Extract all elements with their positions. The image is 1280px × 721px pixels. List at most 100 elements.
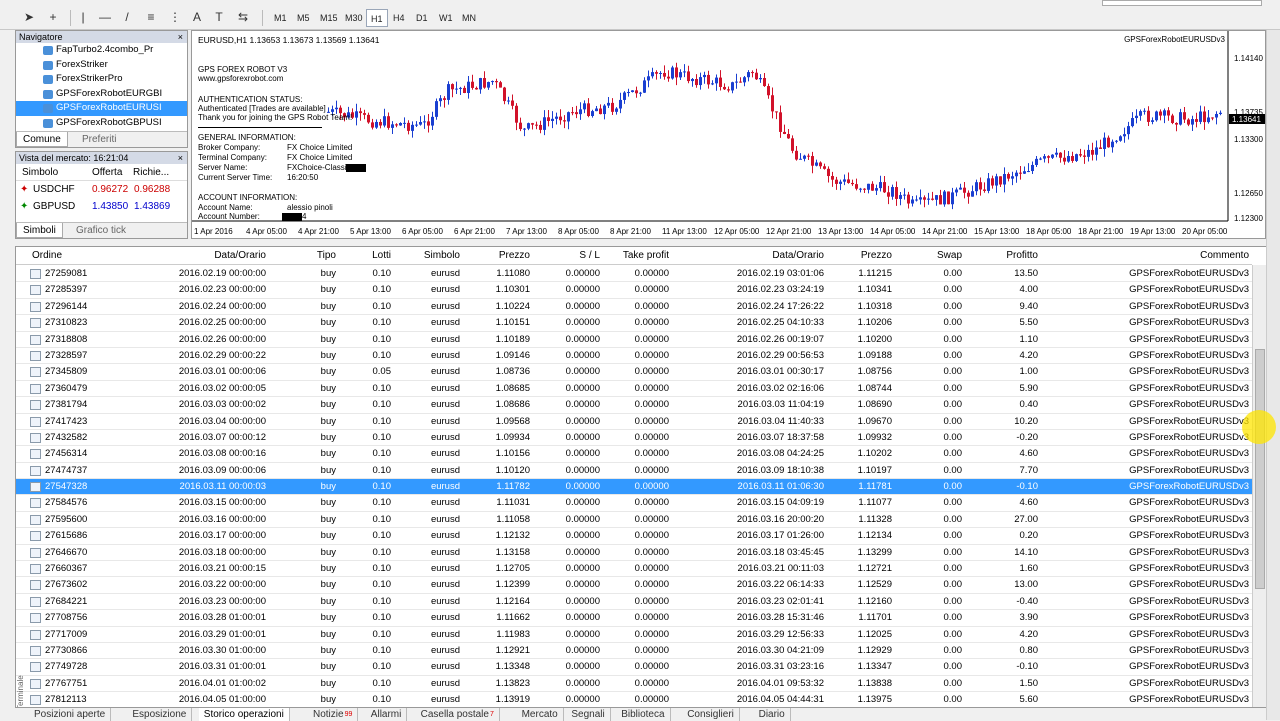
col-header-symbol[interactable]: Simbolo bbox=[424, 247, 460, 265]
fibonacci-icon[interactable]: ⋮ bbox=[166, 8, 184, 26]
tab-diario[interactable]: Diario bbox=[754, 708, 791, 721]
col-symbol[interactable]: Simbolo bbox=[22, 164, 58, 181]
market-watch-row[interactable]: ✦ USDCHF 0.96272 0.96288 bbox=[16, 181, 187, 198]
table-row[interactable]: 27717009 2016.03.29 01:00:01 buy 0.10 eurusd… bbox=[16, 627, 1252, 643]
table-row[interactable]: 27660367 2016.03.21 00:00:15 buy 0.10 eurusd… bbox=[16, 561, 1252, 578]
table-row[interactable]: 27432582 2016.03.07 00:00:12 buy 0.10 eurusd… bbox=[16, 430, 1252, 447]
tab-posizioni-aperte[interactable]: Posizioni aperte bbox=[29, 708, 112, 721]
table-row[interactable]: 27547328 2016.03.11 00:00:03 buy 0.10 eurusd… bbox=[16, 479, 1252, 496]
cursor-icon[interactable]: ➤ bbox=[20, 8, 38, 26]
cell-comment: GPSForexRobotEURUSDv3 bbox=[1129, 431, 1249, 443]
table-row[interactable]: 27708756 2016.03.28 01:00:01 buy 0.10 eurusd… bbox=[16, 610, 1252, 627]
timeframe-m5[interactable]: M5 bbox=[293, 9, 314, 27]
window-scrollbar[interactable] bbox=[1266, 30, 1280, 720]
scrollbar-thumb[interactable] bbox=[1255, 349, 1265, 589]
tab-esposizione[interactable]: Esposizione bbox=[127, 708, 193, 721]
cell-close-price: 1.10200 bbox=[857, 333, 892, 345]
timeframe-m30[interactable]: M30 bbox=[341, 9, 367, 27]
vertical-line-icon[interactable]: | bbox=[74, 8, 92, 26]
table-row[interactable]: 27296144 2016.02.24 00:00:00 buy 0.10 eurusd… bbox=[16, 299, 1252, 316]
table-row[interactable]: 27646670 2016.03.18 00:00:00 buy 0.10 eurusd… bbox=[16, 545, 1252, 562]
trendline-icon[interactable]: / bbox=[118, 8, 136, 26]
horizontal-line-icon[interactable]: — bbox=[96, 8, 114, 26]
table-row[interactable]: 27595600 2016.03.16 00:00:00 buy 0.10 eurusd… bbox=[16, 512, 1252, 529]
col-header-price[interactable]: Prezzo bbox=[499, 247, 530, 265]
table-row[interactable]: 27673602 2016.03.22 00:00:00 buy 0.10 eurusd… bbox=[16, 577, 1252, 594]
col-header-comment[interactable]: Commento bbox=[1200, 247, 1249, 265]
table-row[interactable]: 27749728 2016.03.31 01:00:01 buy 0.10 eurusd… bbox=[16, 659, 1252, 676]
col-header-profit[interactable]: Profitto bbox=[1006, 247, 1038, 265]
close-icon[interactable]: × bbox=[178, 152, 183, 164]
timeframe-mn[interactable]: MN bbox=[458, 9, 480, 27]
tab-label: Biblioteca bbox=[621, 709, 665, 720]
table-row[interactable]: 27345809 2016.03.01 00:00:06 buy 0.05 eurusd… bbox=[16, 364, 1252, 381]
tab-preferiti[interactable]: Preferiti bbox=[76, 132, 122, 147]
col-header-close-price[interactable]: Prezzo bbox=[861, 247, 892, 265]
table-row[interactable]: 27381794 2016.03.03 00:00:02 buy 0.10 eurusd… bbox=[16, 397, 1252, 414]
col-header-lots[interactable]: Lotti bbox=[372, 247, 391, 265]
col-header-type[interactable]: Tipo bbox=[317, 247, 336, 265]
table-row[interactable]: 27360479 2016.03.02 00:00:05 buy 0.10 eurusd… bbox=[16, 381, 1252, 398]
crosshair-icon[interactable]: + bbox=[44, 8, 62, 26]
timeframe-m15[interactable]: M15 bbox=[316, 9, 342, 27]
navigator-item[interactable]: ForexStrikerPro bbox=[16, 72, 187, 87]
search-input[interactable] bbox=[1102, 0, 1262, 6]
tab-notizie[interactable]: Notizie99 bbox=[308, 708, 359, 721]
navigator-item[interactable]: GPSForexRobotEURUSI bbox=[16, 101, 187, 116]
table-row[interactable]: 27318808 2016.02.26 00:00:00 buy 0.10 eurusd… bbox=[16, 332, 1252, 348]
timeframe-h4[interactable]: H4 bbox=[389, 9, 409, 27]
vertical-scrollbar[interactable] bbox=[1252, 265, 1266, 719]
col-ask[interactable]: Richie... bbox=[133, 164, 169, 181]
table-row[interactable]: 27730866 2016.03.30 01:00:00 buy 0.10 eurusd… bbox=[16, 643, 1252, 660]
market-watch-row[interactable]: ✦ GBPUSD 1.43850 1.43869 bbox=[16, 198, 187, 215]
timeframe-h1[interactable]: H1 bbox=[366, 9, 388, 27]
timeframe-m1[interactable]: M1 bbox=[270, 9, 291, 27]
table-row[interactable]: 27474737 2016.03.09 00:00:06 buy 0.10 eurusd… bbox=[16, 463, 1252, 480]
text-icon[interactable]: A bbox=[188, 8, 206, 26]
tab-simboli[interactable]: Simboli bbox=[16, 223, 63, 238]
cell-lots: 0.10 bbox=[372, 612, 392, 624]
timeframe-w1[interactable]: W1 bbox=[435, 9, 457, 27]
shapes-icon[interactable]: ⇆ bbox=[234, 8, 252, 26]
tab-storico-operazioni[interactable]: Storico operazioni bbox=[198, 708, 290, 721]
table-row[interactable]: 27328597 2016.02.29 00:00:22 buy 0.10 eurusd… bbox=[16, 348, 1252, 365]
close-icon[interactable]: × bbox=[178, 31, 183, 43]
tab-allarmi[interactable]: Allarmi bbox=[366, 708, 408, 721]
navigator-item[interactable]: GPSForexRobotEURGBI bbox=[16, 87, 187, 102]
tab-biblioteca[interactable]: Biblioteca bbox=[616, 708, 671, 721]
col-header-swap[interactable]: Swap bbox=[937, 247, 962, 265]
tab-mercato[interactable]: Mercato bbox=[517, 708, 564, 721]
table-row[interactable]: 27310823 2016.02.25 00:00:00 buy 0.10 eurusd… bbox=[16, 315, 1252, 332]
col-header-order[interactable]: Ordine bbox=[32, 247, 62, 265]
candle-body bbox=[539, 124, 542, 130]
price-chart[interactable]: 1.13641 1.14140 1.13735 1.13300 1.12650 1.123… bbox=[191, 30, 1266, 239]
navigator-panel: Navigatore × FapTurbo2.4combo_Pr ForexStri… bbox=[15, 30, 188, 148]
col-header-sl[interactable]: S / L bbox=[579, 247, 600, 265]
navigator-item[interactable]: ForexStriker bbox=[16, 58, 187, 73]
timeframe-d1[interactable]: D1 bbox=[412, 9, 432, 27]
navigator-item[interactable]: GPSForexRobotGBPUSI bbox=[16, 116, 187, 131]
channel-icon[interactable]: ≡ bbox=[142, 8, 160, 26]
table-row[interactable]: 27259081 2016.02.19 00:00:00 buy 0.10 eurusd… bbox=[16, 266, 1252, 283]
col-header-tp[interactable]: Take profit bbox=[623, 247, 669, 265]
cell-close-price: 1.11077 bbox=[858, 497, 892, 509]
tab-segnali[interactable]: Segnali bbox=[566, 708, 611, 721]
cell-lots: 0.10 bbox=[372, 431, 392, 443]
candle-body bbox=[559, 116, 562, 121]
table-row[interactable]: 27684221 2016.03.23 00:00:00 buy 0.10 eurusd… bbox=[16, 594, 1252, 611]
navigator-item[interactable]: FapTurbo2.4combo_Pr bbox=[16, 43, 187, 58]
col-header-close-time[interactable]: Data/Orario bbox=[772, 247, 824, 265]
table-row[interactable]: 27417423 2016.03.04 00:00:00 buy 0.10 eurusd… bbox=[16, 414, 1252, 430]
tab-comune[interactable]: Comune bbox=[16, 132, 68, 147]
table-row[interactable]: 27584576 2016.03.15 00:00:00 buy 0.10 eurusd… bbox=[16, 495, 1252, 512]
label-icon[interactable]: T bbox=[210, 8, 228, 26]
tab-casella-postale[interactable]: Casella postale7 bbox=[416, 708, 500, 721]
tab-grafico-tick[interactable]: Grafico tick bbox=[70, 223, 132, 238]
tab-consiglieri[interactable]: Consiglieri bbox=[682, 708, 740, 721]
table-row[interactable]: 27285397 2016.02.23 00:00:00 buy 0.10 eurusd… bbox=[16, 282, 1252, 299]
col-bid[interactable]: Offerta bbox=[92, 164, 122, 181]
table-row[interactable]: 27456314 2016.03.08 00:00:16 buy 0.10 eurusd… bbox=[16, 446, 1252, 463]
table-row[interactable]: 27615686 2016.03.17 00:00:00 buy 0.10 eurusd… bbox=[16, 528, 1252, 545]
table-row[interactable]: 27767751 2016.04.01 01:00:02 buy 0.10 eurusd… bbox=[16, 676, 1252, 693]
col-header-open-time[interactable]: Data/Orario bbox=[214, 247, 266, 265]
